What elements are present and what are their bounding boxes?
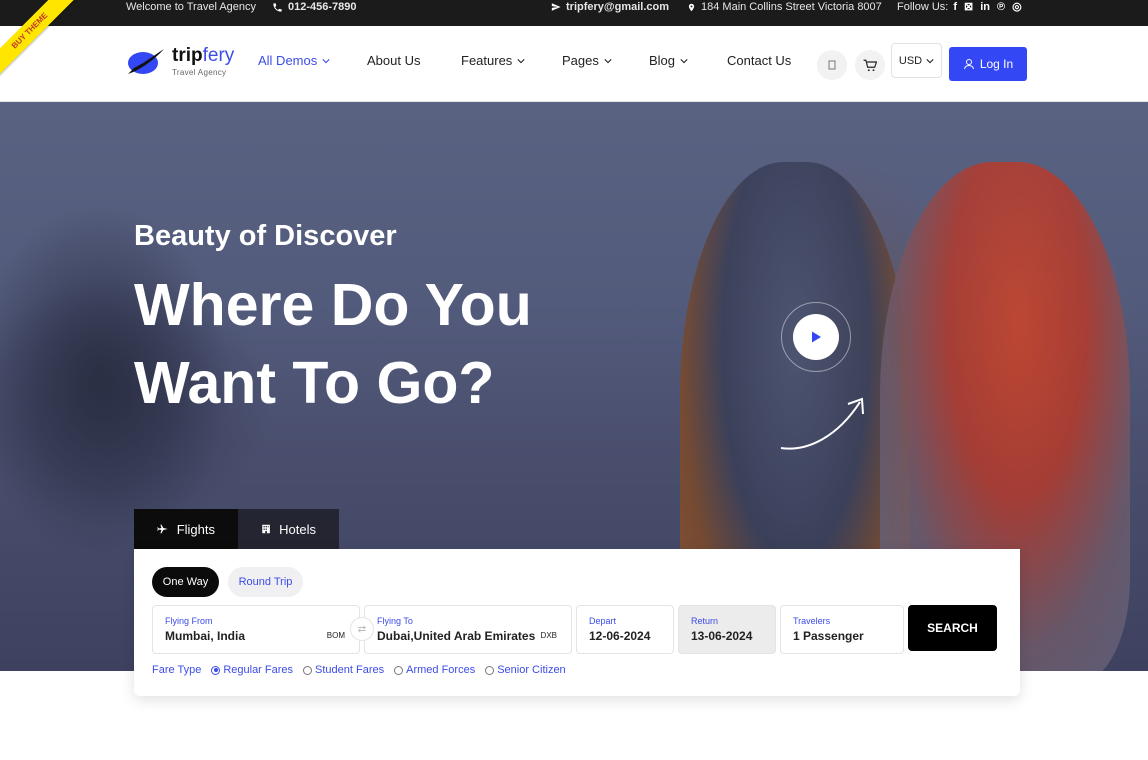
- user-icon: [963, 59, 974, 70]
- chevron-down-icon: [517, 58, 525, 63]
- brand-name-a: trip: [172, 45, 203, 66]
- plane-icon: [157, 524, 168, 534]
- email-address: tripfery@gmail.com: [566, 1, 670, 13]
- hero-headline-line-2: Want To Go?: [134, 350, 495, 416]
- fare-regular-radio[interactable]: Regular Fares: [211, 664, 293, 676]
- nav-blog[interactable]: Blog: [649, 53, 688, 68]
- linkedin-icon[interactable]: in: [980, 0, 990, 14]
- chevron-down-icon: [926, 58, 934, 63]
- field-label: Flying To: [377, 616, 413, 626]
- radio-icon: [394, 665, 404, 675]
- search-icon: [828, 60, 836, 70]
- tab-label: Hotels: [279, 521, 316, 537]
- x-twitter-icon[interactable]: ⊠: [964, 0, 973, 14]
- flying-from-field[interactable]: Flying From Mumbai, India BOM: [152, 605, 360, 654]
- send-icon: [551, 3, 561, 11]
- hotel-icon: [262, 524, 270, 534]
- welcome-text: Welcome to Travel Agency: [126, 1, 257, 13]
- nav-contact-us[interactable]: Contact Us: [727, 53, 791, 68]
- chevron-down-icon: [604, 58, 612, 63]
- brand-name-b: fery: [202, 45, 235, 66]
- follow-label: Follow Us:: [897, 1, 949, 13]
- fare-option-label: Student Fares: [315, 664, 385, 676]
- cart-icon: [863, 59, 877, 71]
- fare-student-radio[interactable]: Student Fares: [303, 664, 384, 676]
- chevron-down-icon: [680, 58, 688, 63]
- field-value: 13-06-2024: [691, 629, 753, 643]
- field-value: 12-06-2024: [589, 629, 651, 643]
- radio-icon: [303, 665, 313, 675]
- phone-icon: [273, 2, 282, 12]
- fare-option-label: Senior Citizen: [497, 664, 566, 676]
- cart-button[interactable]: [855, 50, 885, 80]
- phone-number: 012-456-7890: [288, 1, 357, 13]
- hero-headline-line-1: Where Do You: [134, 272, 532, 338]
- fare-type-label: Fare Type: [152, 664, 202, 676]
- fare-armed-forces-radio[interactable]: Armed Forces: [394, 664, 475, 676]
- nav-label: Features: [461, 53, 513, 68]
- nav-label: Blog: [649, 53, 676, 68]
- address-text: 184 Main Collins Street Victoria 8007: [687, 0, 882, 14]
- currency-select[interactable]: USD: [891, 43, 942, 78]
- tab-hotels[interactable]: Hotels: [238, 509, 339, 549]
- fare-senior-radio[interactable]: Senior Citizen: [485, 664, 566, 676]
- radio-icon: [485, 665, 495, 675]
- booking-tabs: Flights Hotels: [134, 509, 339, 549]
- location-pin-icon: [688, 3, 695, 11]
- field-label: Depart: [589, 616, 617, 626]
- search-toggle-button[interactable]: [817, 50, 847, 80]
- field-label: Flying From: [165, 616, 213, 626]
- chevron-down-icon: [322, 58, 330, 63]
- brand-logo[interactable]: tripfery Travel Agency: [126, 46, 234, 77]
- login-label: Log In: [979, 57, 1014, 71]
- nav-label: About Us: [367, 53, 421, 68]
- instagram-icon[interactable]: ◎: [1012, 0, 1022, 14]
- airport-code: DXB: [540, 631, 557, 640]
- field-value: 1 Passenger: [793, 629, 864, 643]
- tab-label: Flights: [176, 521, 215, 537]
- pinterest-icon[interactable]: ℗: [997, 0, 1005, 14]
- address-value: 184 Main Collins Street Victoria 8007: [701, 1, 882, 13]
- fare-option-label: Regular Fares: [223, 664, 294, 676]
- return-date-field[interactable]: Return 13-06-2024: [678, 605, 776, 654]
- travelers-field[interactable]: Travelers 1 Passenger: [780, 605, 904, 654]
- nav-all-demos[interactable]: All Demos: [258, 53, 330, 68]
- round-trip-toggle[interactable]: Round Trip: [228, 567, 303, 597]
- field-label: Return: [691, 616, 719, 626]
- nav-label: Contact Us: [727, 53, 792, 68]
- login-button[interactable]: Log In: [949, 47, 1027, 81]
- nav-about-us[interactable]: About Us: [367, 53, 420, 68]
- phone-link[interactable]: 012-456-7890: [272, 0, 357, 14]
- nav-label: Pages: [562, 53, 599, 68]
- swap-icon: ⇄: [357, 623, 367, 635]
- nav-pages[interactable]: Pages: [562, 53, 612, 68]
- swap-button[interactable]: ⇄: [350, 617, 374, 641]
- radio-selected-icon: [211, 665, 221, 675]
- brand-tagline: Travel Agency: [172, 68, 227, 77]
- search-button[interactable]: SEARCH: [908, 605, 997, 651]
- fare-option-label: Armed Forces: [406, 664, 476, 676]
- facebook-icon[interactable]: f: [953, 0, 957, 14]
- hero-eyebrow: Beauty of Discover: [134, 220, 397, 252]
- airport-code: BOM: [326, 631, 345, 640]
- plane-globe-icon: [128, 49, 164, 74]
- fare-type-options: Fare Type Regular Fares Student Fares Ar…: [152, 664, 566, 676]
- flight-search-panel: One Way Round Trip Flying From Mumbai, I…: [134, 549, 1020, 696]
- tab-flights[interactable]: Flights: [134, 509, 238, 549]
- field-label: Travelers: [793, 616, 831, 626]
- email-link[interactable]: tripfery@gmail.com: [551, 0, 669, 14]
- depart-date-field[interactable]: Depart 12-06-2024: [576, 605, 674, 654]
- main-navbar: tripfery Travel Agency All Demos About U…: [0, 26, 1148, 102]
- currency-value: USD: [898, 54, 923, 67]
- nav-label: All Demos: [258, 53, 318, 68]
- nav-features[interactable]: Features: [461, 53, 525, 68]
- curved-arrow-icon: [780, 397, 864, 450]
- hero-headline: Where Do You Want To Go?: [134, 266, 532, 422]
- follow-us: Follow Us: f ⊠ in ℗ ◎: [897, 0, 1022, 14]
- flying-to-field[interactable]: Flying To Dubai,United Arab Emirates DXB: [364, 605, 572, 654]
- video-play-button[interactable]: [781, 302, 851, 372]
- top-bar: Welcome to Travel Agency 012-456-7890 tr…: [0, 0, 1148, 26]
- one-way-toggle[interactable]: One Way: [152, 567, 219, 597]
- play-icon: [812, 331, 821, 343]
